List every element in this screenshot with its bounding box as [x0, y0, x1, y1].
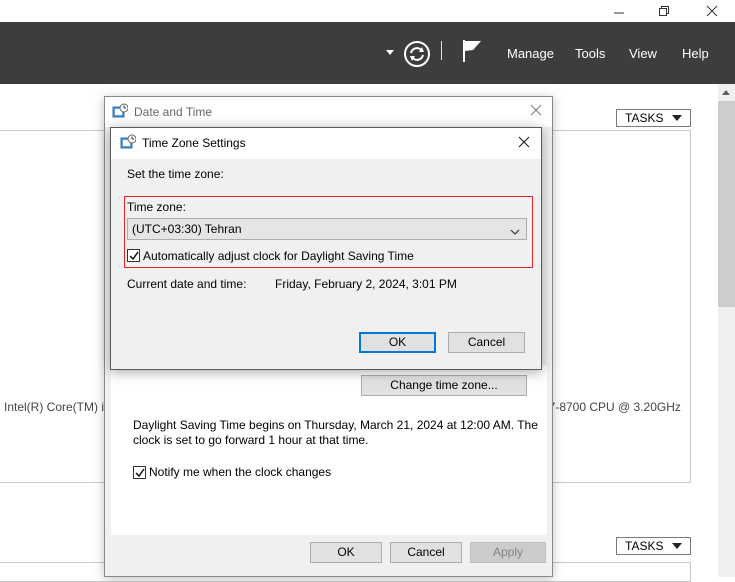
notify-label: Notify me when the clock changes: [149, 465, 332, 479]
time-zone-ok-button[interactable]: OK: [359, 332, 436, 353]
menu-tools[interactable]: Tools: [575, 46, 605, 61]
menu-help[interactable]: Help: [682, 46, 709, 61]
dst-auto-label: Automatically adjust clock for Daylight …: [143, 249, 414, 263]
date-time-title: Date and Time: [134, 105, 213, 119]
date-time-cancel-button[interactable]: Cancel: [390, 542, 462, 563]
server-manager-header: [0, 22, 735, 84]
time-zone-label: Time zone:: [127, 200, 186, 214]
close-icon: [706, 5, 718, 17]
checkmark-icon: [135, 468, 145, 478]
date-time-close-button[interactable]: [530, 104, 542, 119]
time-zone-value: (UTC+03:30) Tehran: [132, 222, 242, 236]
header-divider: [441, 41, 442, 60]
dropdown-arrow-icon[interactable]: [386, 50, 394, 55]
close-icon: [530, 104, 542, 116]
processor-text-right: i7-8700 CPU @ 3.20GHz: [546, 400, 681, 414]
minimize-icon: [614, 12, 624, 14]
scroll-up-icon[interactable]: [722, 90, 730, 95]
dst-auto-checkbox[interactable]: [127, 249, 140, 262]
clock-icon: [112, 103, 129, 122]
date-time-ok-button[interactable]: OK: [310, 542, 382, 563]
chevron-down-icon: [672, 115, 682, 121]
menu-view[interactable]: View: [629, 46, 657, 61]
tasks-label: TASKS: [625, 111, 664, 125]
current-date-time-value: Friday, February 2, 2024, 3:01 PM: [275, 277, 457, 291]
close-icon: [518, 136, 530, 148]
dst-info-line2: clock is set to go forward 1 hour at tha…: [133, 433, 369, 447]
chevron-down-icon: [672, 543, 682, 549]
time-zone-select[interactable]: (UTC+03:30) Tehran: [127, 218, 527, 240]
change-time-zone-button[interactable]: Change time zone...: [361, 375, 527, 396]
processor-text-left: Intel(R) Core(TM) i7: [4, 400, 111, 414]
date-time-apply-button[interactable]: Apply: [470, 542, 546, 563]
menu-manage[interactable]: Manage: [507, 46, 554, 61]
set-time-zone-label: Set the time zone:: [127, 167, 224, 181]
tasks-dropdown-top[interactable]: TASKS: [616, 109, 691, 127]
close-window-button[interactable]: [689, 0, 735, 22]
checkmark-icon: [129, 251, 139, 261]
restore-button[interactable]: [641, 0, 687, 22]
time-zone-close-button[interactable]: [518, 136, 530, 151]
dst-info-line1: Daylight Saving Time begins on Thursday,…: [133, 418, 538, 432]
time-zone-cancel-button[interactable]: Cancel: [448, 332, 525, 353]
flag-icon[interactable]: [462, 39, 484, 66]
minimize-button[interactable]: [596, 0, 642, 22]
chevron-down-icon: [510, 223, 520, 243]
refresh-icon[interactable]: [403, 40, 431, 71]
time-zone-title: Time Zone Settings: [142, 136, 246, 150]
tasks-label: TASKS: [625, 539, 664, 553]
clock-icon: [120, 134, 137, 153]
current-date-time-label: Current date and time:: [127, 277, 247, 291]
restore-icon: [659, 6, 669, 16]
notify-checkbox[interactable]: [133, 466, 146, 479]
tasks-dropdown-bottom[interactable]: TASKS: [616, 537, 691, 555]
scrollbar-thumb[interactable]: [718, 101, 735, 307]
